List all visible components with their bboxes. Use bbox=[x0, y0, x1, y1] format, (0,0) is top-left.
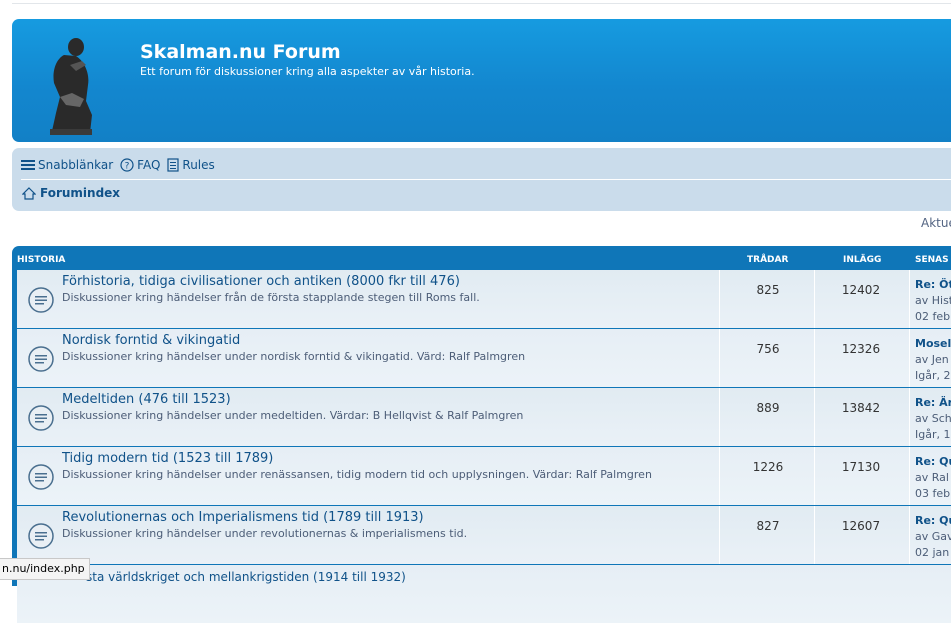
posts-count: 12402 bbox=[841, 283, 881, 297]
last-post-time: 03 feb bbox=[915, 487, 951, 500]
navbar: Snabblänkar ? FAQ Rules Forumindex bbox=[12, 148, 951, 211]
posts-cell: 17130 bbox=[814, 447, 910, 505]
nav-divider bbox=[21, 179, 951, 180]
topics-cell: 825 bbox=[719, 270, 815, 328]
last-post-title-link[interactable]: Mosel bbox=[915, 336, 951, 352]
site-title[interactable]: Skalman.nu Forum bbox=[140, 41, 341, 63]
site-description: Ett forum för diskussioner kring alla as… bbox=[140, 65, 475, 78]
site-header: Skalman.nu Forum Ett forum för diskussio… bbox=[12, 19, 951, 142]
thinker-statue-logo[interactable] bbox=[42, 35, 98, 137]
topics-count: 889 bbox=[756, 401, 780, 415]
topics-count: 827 bbox=[756, 519, 780, 533]
topics-cell: 756 bbox=[719, 329, 815, 387]
last-post-title-link[interactable]: Re: Är bbox=[915, 395, 951, 411]
forum-title-link[interactable]: Revolutionernas och Imperialismens tid (… bbox=[62, 510, 424, 525]
breadcrumb[interactable]: Forumindex bbox=[22, 186, 120, 200]
last-post-time: Igår, 1 bbox=[915, 428, 951, 441]
last-post-author[interactable]: av Hist bbox=[915, 293, 951, 309]
col-last-header: SENAS bbox=[915, 255, 949, 265]
topics-cell: 889 bbox=[719, 388, 815, 446]
home-icon bbox=[22, 186, 36, 200]
last-post: Re: Är av Sch Igår, 1 bbox=[915, 395, 951, 443]
status-bar-url: n.nu/index.php bbox=[0, 558, 90, 580]
quicklinks-menu[interactable]: Snabblänkar bbox=[21, 158, 113, 172]
rules-label: Rules bbox=[182, 158, 215, 172]
last-post-title-link[interactable]: Re: Qu bbox=[915, 454, 951, 470]
forum-title-link[interactable]: Nordisk forntid & vikingatid bbox=[62, 333, 240, 348]
faq-label: FAQ bbox=[137, 158, 161, 172]
posts-count: 12607 bbox=[841, 519, 881, 533]
posts-count: 13842 bbox=[841, 401, 881, 415]
posts-count: 17130 bbox=[841, 460, 881, 474]
last-post-time: 02 feb bbox=[915, 310, 951, 323]
forum-description: Diskussioner kring händelser från de för… bbox=[62, 291, 480, 304]
rules-link[interactable]: Rules bbox=[167, 158, 215, 172]
topics-count: 756 bbox=[756, 342, 780, 356]
col-posts-header: INLÄGG bbox=[843, 255, 882, 265]
last-post-author[interactable]: av Sch bbox=[915, 411, 951, 427]
forum-description: Diskussioner kring händelser under nordi… bbox=[62, 350, 526, 363]
last-post: Re: Qu av Gav 02 jan bbox=[915, 513, 951, 561]
forum-description: Diskussioner kring händelser under medel… bbox=[62, 409, 524, 422]
forum-row: Revolutionernas och Imperialismens tid (… bbox=[17, 506, 951, 564]
posts-cell: 12402 bbox=[814, 270, 910, 328]
last-post: Re: Qu av Ral 03 feb bbox=[915, 454, 951, 502]
topics-count: 825 bbox=[756, 283, 780, 297]
current-time-text: Aktue bbox=[921, 216, 951, 230]
category-name[interactable]: HISTORIA bbox=[17, 255, 65, 265]
posts-cell: 13842 bbox=[814, 388, 910, 446]
topics-cell: 1226 bbox=[719, 447, 815, 505]
help-icon: ? bbox=[120, 158, 134, 172]
last-post: Mosel av Jen Igår, 2 bbox=[915, 336, 951, 384]
forum-title-link[interactable]: Tidig modern tid (1523 till 1789) bbox=[62, 451, 273, 466]
quicklinks-label: Snabblänkar bbox=[38, 158, 114, 172]
topics-cell: 827 bbox=[719, 506, 815, 564]
forum-title-link[interactable]: Förhistoria, tidiga civilisationer och a… bbox=[62, 274, 460, 289]
forum-row: Nordisk forntid & vikingatid Diskussione… bbox=[17, 329, 951, 387]
top-divider bbox=[12, 3, 951, 4]
col-topics-header: TRÅDAR bbox=[747, 255, 789, 265]
last-post-author[interactable]: av Jen bbox=[915, 352, 951, 368]
forum-description: Diskussioner kring händelser under renäs… bbox=[62, 468, 652, 481]
posts-cell: 12607 bbox=[814, 506, 910, 564]
forum-description: Diskussioner kring händelser under revol… bbox=[62, 527, 468, 540]
breadcrumb-forumindex: Forumindex bbox=[40, 186, 121, 200]
topics-count: 1226 bbox=[752, 460, 784, 474]
last-post-time: 02 jan bbox=[915, 546, 950, 559]
last-post-title-link[interactable]: Re: Öt bbox=[915, 277, 951, 293]
last-post-author[interactable]: av Ral bbox=[915, 470, 951, 486]
forum-read-icon bbox=[28, 464, 54, 490]
forum-row: Tidig modern tid (1523 till 1789) Diskus… bbox=[17, 447, 951, 505]
category-header: HISTORIA TRÅDAR INLÄGG SENAS bbox=[12, 246, 951, 270]
posts-cell: 12326 bbox=[814, 329, 910, 387]
last-post: Re: Öt av Hist 02 feb bbox=[915, 277, 951, 325]
forum-row: Förhistoria, tidiga civilisationer och a… bbox=[17, 270, 951, 328]
svg-text:?: ? bbox=[125, 162, 130, 172]
forum-read-icon bbox=[28, 287, 54, 313]
document-icon bbox=[167, 158, 179, 172]
forum-title-link[interactable]: Medeltiden (476 till 1523) bbox=[62, 392, 231, 407]
forum-read-icon bbox=[28, 405, 54, 431]
hamburger-icon bbox=[21, 160, 35, 170]
forum-read-icon bbox=[28, 523, 54, 549]
last-post-author[interactable]: av Gav bbox=[915, 529, 951, 545]
category-box: HISTORIA TRÅDAR INLÄGG SENAS Förhistoria… bbox=[12, 246, 951, 623]
forum-row: Medeltiden (476 till 1523) Diskussioner … bbox=[17, 388, 951, 446]
last-post-time: Igår, 2 bbox=[915, 369, 951, 382]
forum-read-icon bbox=[28, 346, 54, 372]
last-post-title-link[interactable]: Re: Qu bbox=[915, 513, 951, 529]
posts-count: 12326 bbox=[841, 342, 881, 356]
faq-link[interactable]: ? FAQ bbox=[120, 158, 160, 172]
